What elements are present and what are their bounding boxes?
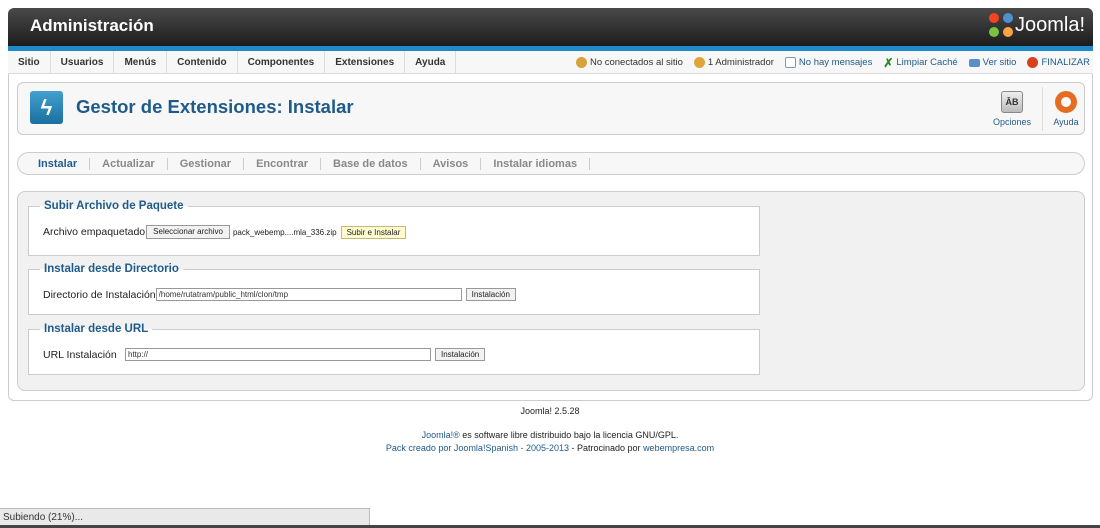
directory-fieldset: Instalar desde Directorio Directorio de …	[28, 263, 760, 315]
clear-cache-label: Limpiar Caché	[896, 57, 958, 68]
url-install-button[interactable]: Instalación	[435, 348, 486, 361]
admin-user-icon	[693, 57, 705, 68]
menu-item-contenido[interactable]: Contenido	[167, 50, 238, 74]
logout-link[interactable]: FINALIZAR	[1027, 57, 1090, 68]
directory-legend: Instalar desde Directorio	[44, 263, 179, 275]
upload-package-fieldset: Subir Archivo de Paquete Archivo empaque…	[28, 200, 760, 256]
view-site-link[interactable]: Ver sitio	[968, 57, 1017, 68]
joomla-spanish-link[interactable]: Pack creado por Joomla!Spanish - 2005-20…	[386, 443, 569, 453]
not-connected-label: No conectados al sitio	[589, 57, 683, 68]
url-fieldset: Instalar desde URL URL Instalación Insta…	[28, 323, 760, 375]
help-label: Ayuda	[1053, 117, 1079, 127]
directory-label: Directorio de Instalación	[43, 288, 156, 301]
joomla-logo: Joomla!	[988, 13, 1085, 37]
users-icon	[575, 57, 587, 68]
toolbar: ϟ Gestor de Extensiones: Instalar ĀB Opc…	[17, 82, 1085, 135]
url-label: URL Instalación	[43, 348, 117, 361]
tab-avisos[interactable]: Avisos	[421, 157, 482, 170]
upload-install-button[interactable]: Subir e Instalar	[340, 225, 407, 239]
choose-file-button[interactable]: Seleccionar archivo	[146, 225, 230, 239]
options-button[interactable]: ĀB Opciones	[990, 91, 1034, 127]
menu-item-menus[interactable]: Menús	[114, 50, 168, 74]
installer-tabs: Instalar Actualizar Gestionar Encontrar …	[17, 152, 1085, 175]
upload-row: Archivo empaquetado Seleccionar archivo …	[43, 225, 407, 239]
license-line: Joomla!® es software libre distribuido b…	[0, 430, 1100, 440]
admin-title: Administración	[30, 16, 154, 35]
status-bar: No conectados al sitio 1 Administrador N…	[575, 51, 1090, 74]
view-site-label: Ver sitio	[982, 57, 1017, 68]
menu-item-componentes[interactable]: Componentes	[238, 50, 326, 74]
not-connected-status: No conectados al sitio	[575, 57, 683, 68]
envelope-icon	[784, 57, 796, 68]
directory-row: Directorio de Instalación Instalación	[43, 288, 516, 301]
url-row: URL Instalación Instalación	[43, 348, 486, 361]
options-label: Opciones	[992, 117, 1032, 127]
upload-legend: Subir Archivo de Paquete	[44, 200, 184, 212]
tab-encontrar[interactable]: Encontrar	[244, 157, 322, 170]
monitor-icon	[968, 58, 980, 67]
upload-label: Archivo empaquetado	[43, 226, 146, 238]
url-input[interactable]	[125, 348, 431, 361]
extension-install-icon: ϟ	[30, 91, 63, 124]
tab-base-de-datos[interactable]: Base de datos	[321, 157, 421, 170]
license-text: es software libre distribuido bajo la li…	[459, 430, 679, 440]
credits-line: Pack creado por Joomla!Spanish - 2005-20…	[0, 443, 1100, 453]
messages-link[interactable]: No hay mensajes	[784, 57, 873, 68]
sponsor-text: - Patrocinado por	[569, 443, 644, 453]
menu-item-extensiones[interactable]: Extensiones	[325, 50, 406, 74]
joomla-link[interactable]: Joomla!®	[422, 430, 460, 440]
clear-cache-link[interactable]: ✗ Limpiar Caché	[883, 56, 957, 70]
help-button[interactable]: Ayuda	[1044, 91, 1088, 127]
joomla-logo-text: Joomla!	[1014, 13, 1085, 36]
broom-icon: ✗	[883, 55, 894, 70]
menu-item-usuarios[interactable]: Usuarios	[51, 50, 115, 74]
install-panel: Subir Archivo de Paquete Archivo empaque…	[17, 191, 1085, 391]
directory-input[interactable]	[155, 288, 462, 301]
menu-item-ayuda[interactable]: Ayuda	[405, 50, 457, 74]
url-legend: Instalar desde URL	[44, 323, 149, 335]
admins-label: 1 Administrador	[707, 57, 774, 68]
directory-install-button[interactable]: Instalación	[465, 288, 516, 301]
version-text: Joomla! 2.5.28	[520, 406, 580, 416]
tab-actualizar[interactable]: Actualizar	[90, 157, 168, 170]
messages-label: No hay mensajes	[798, 57, 873, 68]
chosen-filename: pack_webemp....mla_336.zip	[232, 227, 337, 237]
tab-instalar[interactable]: Instalar	[26, 157, 91, 170]
joomla-logo-icon	[988, 13, 1013, 37]
logout-icon	[1027, 57, 1039, 68]
toolbar-divider	[1042, 87, 1043, 131]
options-icon: ĀB	[1001, 91, 1023, 113]
admin-header: Administración Joomla!	[8, 8, 1093, 46]
admins-status: 1 Administrador	[693, 57, 774, 68]
tab-instalar-idiomas[interactable]: Instalar idiomas	[481, 157, 591, 170]
lifebuoy-icon	[1055, 91, 1077, 113]
logout-label: FINALIZAR	[1041, 57, 1090, 68]
webempresa-link[interactable]: webempresa.com	[643, 443, 714, 453]
page-title: Gestor de Extensiones: Instalar	[76, 96, 354, 117]
menu-item-sitio[interactable]: Sitio	[8, 50, 51, 74]
tab-gestionar[interactable]: Gestionar	[168, 157, 245, 170]
